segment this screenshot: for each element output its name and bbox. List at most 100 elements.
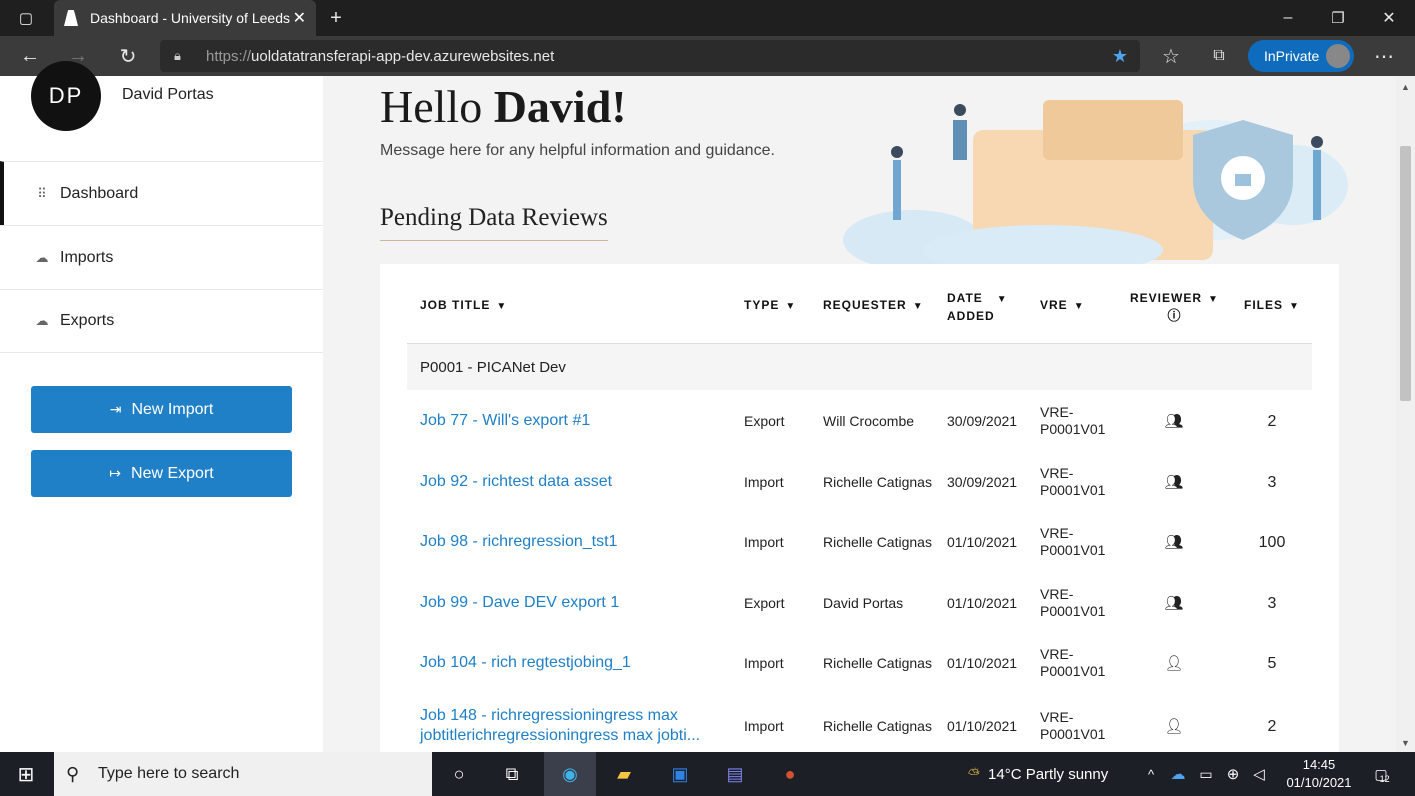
group-reviewer-icon: 👥︎: [1164, 412, 1184, 430]
maximize-icon[interactable]: ❐: [1320, 0, 1356, 36]
date-cell: 01/10/2021: [947, 654, 1018, 671]
system-clock[interactable]: 14:45 01/10/2021: [1278, 756, 1360, 792]
favorite-star-icon[interactable]: ★: [1112, 46, 1128, 67]
url-protocol: https://: [206, 47, 252, 65]
sidebar-item-exports[interactable]: ☁ Exports: [0, 289, 323, 353]
onedrive-icon[interactable]: ☁: [1165, 752, 1191, 796]
tab-actions-icon[interactable]: ▢: [8, 0, 44, 36]
network-icon[interactable]: ⊕: [1220, 752, 1246, 796]
type-cell: Export: [744, 594, 785, 611]
group-reviewer-icon: 👥︎: [1164, 473, 1184, 491]
taskbar-search[interactable]: ⚲ Type here to search: [54, 752, 432, 796]
avatar: DP: [31, 61, 101, 131]
job-title-link[interactable]: Job 104 - rich regtestjobing_1: [420, 633, 710, 693]
sidebar-item-imports[interactable]: ☁ Imports: [0, 225, 323, 289]
chevron-up-icon[interactable]: ^: [1140, 752, 1162, 796]
window-close-icon[interactable]: ✕: [1371, 0, 1407, 36]
files-cell: 5: [1267, 654, 1277, 672]
chevron-down-icon: ▼: [912, 301, 924, 312]
cortana-icon[interactable]: ○: [435, 752, 483, 796]
requester-cell: Will Crocombe: [823, 412, 915, 429]
info-message: Message here for any helpful information…: [380, 142, 775, 159]
chevron-down-icon: ▼: [1289, 301, 1300, 312]
file-explorer-icon[interactable]: ▰: [600, 752, 648, 796]
battery-icon[interactable]: ▭: [1193, 752, 1219, 796]
vre-cell: VRE-P0001V01: [1040, 525, 1106, 558]
chevron-down-icon: ▼: [496, 301, 508, 312]
user-name: David Portas: [122, 86, 214, 103]
windows-start-icon[interactable]: ⊞: [2, 752, 50, 796]
export-icon: ↦: [109, 465, 122, 481]
outlook-icon[interactable]: ▣: [656, 752, 704, 796]
new-tab-icon[interactable]: +: [318, 0, 354, 36]
info-icon: ⓘ: [1167, 308, 1182, 323]
browser-tab[interactable]: Dashboard - University of Leeds ✕: [54, 0, 316, 36]
requester-cell: Richelle Catignas: [823, 533, 932, 550]
cloud-icon: ☁: [35, 249, 49, 265]
column-header-reviewer[interactable]: REVIEWER ▼ ⓘ: [1130, 290, 1219, 324]
pending-reviews-table: JOB TITLE ▼ TYPE ▼ REQUESTER ▼ DATE ▼ ADDED V…: [380, 264, 1339, 752]
column-header-vre[interactable]: VRE ▼: [1040, 298, 1085, 312]
inprivate-button[interactable]: InPrivate: [1248, 40, 1354, 72]
vre-cell: VRE-P0001V01: [1040, 586, 1106, 619]
chevron-down-icon: ▼: [996, 294, 1008, 305]
lock-icon: 🔒︎: [174, 48, 181, 63]
sidebar-item-label: Imports: [60, 248, 114, 266]
group-reviewer-icon: 👥︎: [1164, 533, 1184, 551]
weather-widget[interactable]: ⛅︎ 14°C Partly sunny: [968, 752, 1108, 796]
date-cell: 30/09/2021: [947, 412, 1018, 429]
date-cell: 01/10/2021: [947, 594, 1018, 611]
job-title-link[interactable]: Job 148 - richregressioningress max jobt…: [420, 696, 710, 752]
task-view-icon[interactable]: ⧉: [488, 752, 536, 796]
import-icon: ⇥: [109, 401, 122, 417]
tab-close-icon[interactable]: ✕: [293, 8, 306, 28]
grid-icon: ⠿: [37, 185, 47, 201]
column-header-files[interactable]: FILES ▼: [1244, 298, 1300, 312]
files-cell: 3: [1267, 473, 1277, 491]
inprivate-label: InPrivate: [1264, 48, 1320, 64]
page-title: Hello David!: [380, 81, 627, 132]
job-title-link[interactable]: Job 77 - Will's export #1: [420, 391, 710, 451]
volume-icon[interactable]: ◁: [1246, 752, 1272, 796]
job-title-link[interactable]: Job 92 - richtest data asset: [420, 452, 710, 512]
data-security-illustration: [843, 100, 1348, 270]
powerpoint-icon[interactable]: ●: [766, 752, 814, 796]
column-header-requester[interactable]: REQUESTER ▼: [823, 298, 924, 312]
collections-icon[interactable]: ⧉: [1201, 36, 1237, 76]
edge-icon[interactable]: ◉: [544, 752, 596, 796]
refresh-icon[interactable]: ↻: [110, 36, 146, 76]
page-scrollbar[interactable]: ▲ ▼: [1396, 76, 1415, 752]
column-header-date-added[interactable]: DATE ▼ ADDED: [947, 290, 1008, 324]
job-title-link[interactable]: Job 98 - richregression_tst1: [420, 512, 710, 572]
scrollbar-thumb[interactable]: [1400, 146, 1411, 401]
new-import-button[interactable]: ⇥ New Import: [31, 386, 292, 433]
new-export-button[interactable]: ↦ New Export: [31, 450, 292, 497]
section-title: Pending Data Reviews: [380, 204, 608, 241]
table-row: Job 99 - Dave DEV export 1 Export David …: [407, 573, 1312, 633]
type-cell: Import: [744, 717, 784, 734]
teams-icon[interactable]: ▤: [711, 752, 759, 796]
new-import-label: New Import: [131, 400, 214, 418]
sidebar-item-dashboard[interactable]: ⠿ Dashboard: [0, 161, 323, 225]
notifications-icon[interactable]: ▢ 12: [1364, 752, 1400, 796]
clock-date: 01/10/2021: [1286, 775, 1352, 790]
column-header-type[interactable]: TYPE ▼: [744, 298, 796, 312]
date-cell: 30/09/2021: [947, 473, 1018, 490]
notification-count: 12: [1379, 774, 1390, 784]
more-menu-icon[interactable]: ⋯: [1366, 36, 1402, 76]
clock-time: 14:45: [1302, 757, 1336, 772]
date-cell: 01/10/2021: [947, 533, 1018, 550]
minimize-icon[interactable]: –: [1270, 0, 1306, 36]
single-reviewer-icon: 👤︎: [1164, 654, 1184, 672]
cloud-icon: ☁: [35, 313, 49, 328]
table-row: Job 77 - Will's export #1 Export Will Cr…: [407, 391, 1312, 451]
address-bar[interactable]: 🔒︎ https://uoldatatransferapi-app-dev.az…: [160, 40, 1140, 72]
group-row: P0001 - PICANet Dev: [407, 343, 1312, 390]
type-cell: Import: [744, 533, 784, 550]
scroll-down-icon: ▼: [1401, 738, 1410, 748]
url-host: uoldatatransferapi-app-dev.azurewebsites…: [251, 47, 555, 65]
job-title-link[interactable]: Job 99 - Dave DEV export 1: [420, 573, 710, 633]
main-content: Hello David! Message here for any helpfu…: [323, 76, 1396, 752]
column-header-job-title[interactable]: JOB TITLE ▼: [420, 298, 507, 312]
favorites-icon[interactable]: ☆: [1153, 36, 1189, 76]
